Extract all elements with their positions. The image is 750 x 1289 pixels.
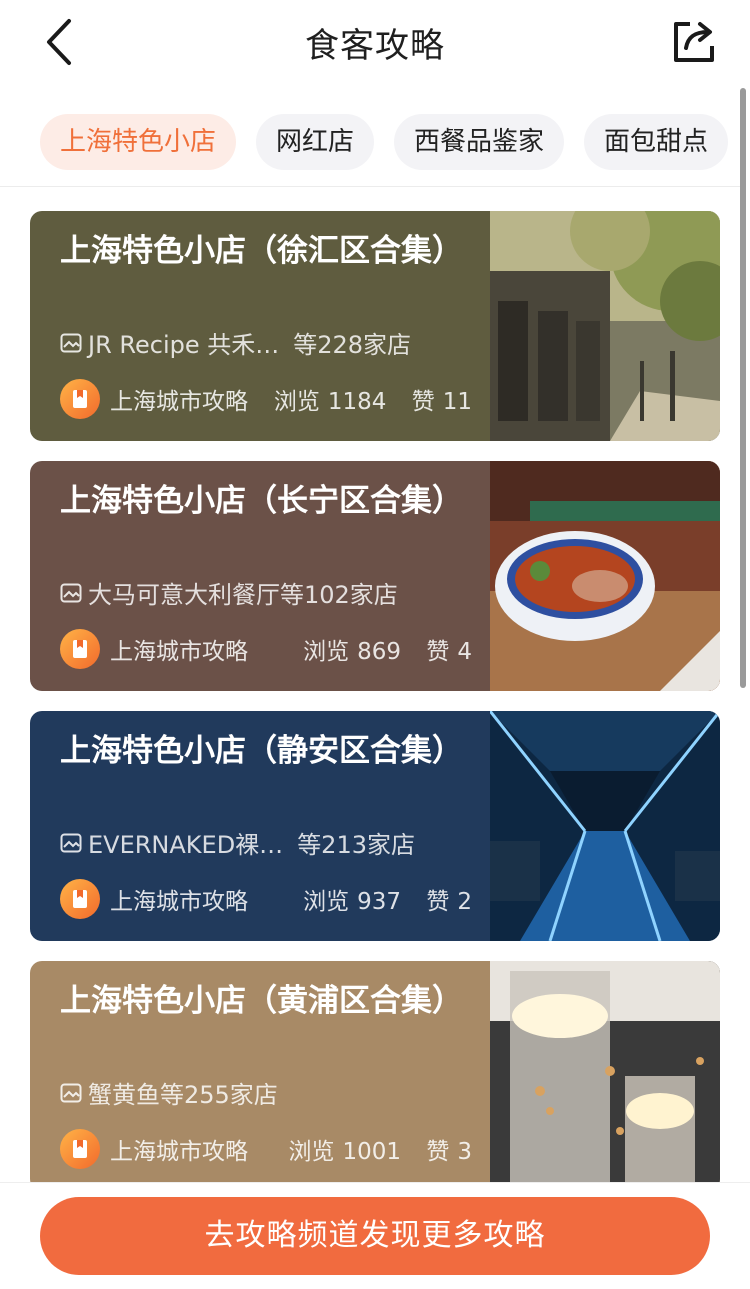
image-icon — [60, 833, 82, 852]
avatar — [60, 379, 100, 419]
likes-label: 赞 — [426, 889, 450, 915]
card-title: 上海特色小店（长宁区合集） — [60, 483, 463, 519]
tab-shanghai-shops[interactable]: 上海特色小店 — [40, 114, 236, 170]
views-label: 浏览 — [288, 1139, 335, 1165]
avatar — [60, 629, 100, 669]
likes-count: 2 — [457, 889, 472, 915]
likes-label: 赞 — [426, 1139, 450, 1165]
author-name: 上海城市攻略 — [110, 889, 248, 915]
guide-card[interactable]: 上海特色小店（静安区合集） EVERNAKED裸… 等213家店 上海城市攻略 … — [30, 711, 720, 941]
category-tabs: 上海特色小店 网红店 西餐品鉴家 面包甜点 — [0, 114, 750, 174]
card-meta: 上海城市攻略 浏览 1001 赞3 — [60, 1127, 472, 1171]
image-icon — [60, 1083, 82, 1102]
tab-western-food[interactable]: 西餐品鉴家 — [394, 114, 564, 170]
card-subtitle: JR Recipe 共禾… 等228家店 — [60, 325, 470, 360]
tab-influencer-shops[interactable]: 网红店 — [256, 114, 374, 170]
views-count: 1184 — [327, 389, 387, 415]
views-count: 1001 — [342, 1139, 402, 1165]
card-title: 上海特色小店（静安区合集） — [60, 733, 463, 769]
card-subtitle-name: EVERNAKED裸… — [88, 831, 284, 859]
share-button[interactable] — [666, 12, 722, 68]
scrollbar[interactable] — [740, 88, 746, 688]
card-title: 上海特色小店（黄浦区合集） — [60, 983, 463, 1019]
bookmark-icon — [73, 640, 87, 658]
header: 食客攻略 — [0, 0, 750, 90]
bookmark-icon — [73, 390, 87, 408]
card-subtitle: 大马可意大利餐厅 等102家店 — [60, 575, 470, 610]
card-stats: 浏览 869 赞4 — [295, 632, 472, 666]
card-meta: 上海城市攻略 浏览 937 赞2 — [60, 877, 472, 921]
likes-count: 11 — [442, 389, 472, 415]
card-subtitle-count: 等102家店 — [280, 581, 398, 609]
card-subtitle-name: 大马可意大利餐厅 — [88, 581, 280, 609]
views-label: 浏览 — [303, 889, 350, 915]
bottom-bar: 去攻略频道发现更多攻略 — [0, 1182, 750, 1289]
card-stats: 浏览 1001 赞3 — [281, 1132, 473, 1166]
card-subtitle-count: 等228家店 — [293, 331, 412, 359]
card-info: 上海特色小店（长宁区合集） 大马可意大利餐厅 等102家店 上海城市攻略 浏览 8… — [30, 461, 490, 691]
card-image-street — [490, 211, 720, 441]
views-count: 869 — [357, 639, 402, 665]
card-title: 上海特色小店（徐汇区合集） — [60, 233, 463, 269]
author-name: 上海城市攻略 — [110, 639, 248, 665]
likes-count: 3 — [457, 1139, 472, 1165]
card-subtitle-count: 等213家店 — [297, 831, 415, 859]
author-name: 上海城市攻略 — [110, 389, 248, 415]
card-meta: 上海城市攻略 浏览 1184 赞 11 — [60, 377, 472, 421]
views-label: 浏览 — [273, 389, 320, 415]
author-name: 上海城市攻略 — [110, 1139, 248, 1165]
likes-count: 4 — [457, 639, 472, 665]
guide-card[interactable]: 上海特色小店（长宁区合集） 大马可意大利餐厅 等102家店 上海城市攻略 浏览 8… — [30, 461, 720, 691]
guide-card[interactable]: 上海特色小店（徐汇区合集） JR Recipe 共禾… 等228家店 上海城市攻… — [30, 211, 720, 441]
image-icon — [60, 583, 82, 602]
divider — [0, 186, 740, 187]
card-meta: 上海城市攻略 浏览 869 赞4 — [60, 627, 472, 671]
bookmark-icon — [73, 1140, 87, 1158]
views-label: 浏览 — [303, 639, 350, 665]
likes-label: 赞 — [426, 639, 450, 665]
guide-card[interactable]: 上海特色小店（黄浦区合集） 蟹黄鱼 等255家店 上海城市攻略 浏览 1001 赞… — [30, 961, 720, 1191]
card-info: 上海特色小店（徐汇区合集） JR Recipe 共禾… 等228家店 上海城市攻… — [30, 211, 490, 441]
discover-more-guides-button[interactable]: 去攻略频道发现更多攻略 — [40, 1197, 710, 1275]
image-icon — [60, 333, 82, 352]
card-subtitle-name: 蟹黄鱼 — [88, 1081, 160, 1109]
card-stats: 浏览 1184 赞 11 — [266, 382, 472, 416]
card-subtitle: 蟹黄鱼 等255家店 — [60, 1075, 470, 1110]
card-info: 上海特色小店（黄浦区合集） 蟹黄鱼 等255家店 上海城市攻略 浏览 1001 赞… — [30, 961, 490, 1191]
tab-bakery-dessert[interactable]: 面包甜点 — [584, 114, 728, 170]
card-image-candles — [490, 961, 720, 1191]
views-count: 937 — [357, 889, 402, 915]
bookmark-icon — [73, 890, 87, 908]
card-subtitle-count: 等255家店 — [160, 1081, 278, 1109]
card-stats: 浏览 937 赞2 — [295, 882, 472, 916]
card-image-noodle-bowl — [490, 461, 720, 691]
likes-label: 赞 — [411, 389, 435, 415]
page-title: 食客攻略 — [305, 26, 445, 66]
card-subtitle: EVERNAKED裸… 等213家店 — [60, 825, 470, 860]
page: 食客攻略 上海特色小店 网红店 西餐品鉴家 面包甜点 上海特色小店（徐汇区合集）… — [0, 0, 750, 1289]
avatar — [60, 1129, 100, 1169]
share-icon — [674, 22, 714, 62]
card-info: 上海特色小店（静安区合集） EVERNAKED裸… 等213家店 上海城市攻略 … — [30, 711, 490, 941]
avatar — [60, 879, 100, 919]
card-subtitle-name: JR Recipe 共禾… — [88, 331, 280, 359]
card-image-neon-corridor — [490, 711, 720, 941]
